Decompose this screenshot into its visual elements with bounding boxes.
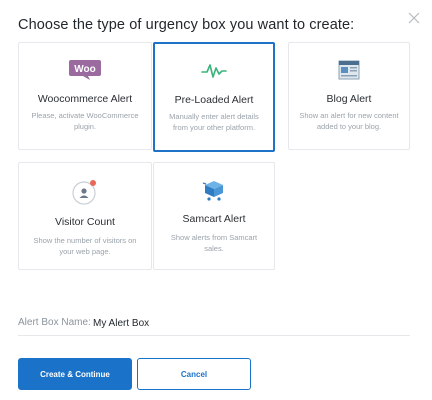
card-title: Visitor Count [55, 216, 115, 228]
cart-box-icon [154, 177, 274, 203]
alert-box-name-label: Alert Box Name: [18, 317, 91, 328]
create-alert-dialog: Choose the type of urgency box you want … [0, 0, 432, 400]
cancel-button[interactable]: Cancel [137, 358, 251, 390]
close-icon[interactable] [408, 12, 420, 24]
card-visitor-count[interactable]: Visitor Count Show the number of visitor… [18, 162, 152, 270]
card-description: Show alerts from Samcart sales. [170, 233, 258, 253]
woocommerce-logo-text: Woo [74, 64, 95, 75]
card-description: Manually enter alert details from your o… [169, 112, 259, 132]
create-continue-button[interactable]: Create & Continue [18, 358, 132, 390]
card-title: Blog Alert [326, 93, 372, 105]
card-description: Show an alert for new content added to y… [299, 111, 399, 131]
card-title: Samcart Alert [182, 213, 246, 225]
card-pre-loaded-alert[interactable]: Pre-Loaded Alert Manually enter alert de… [153, 42, 275, 152]
card-blog-alert[interactable]: Blog Alert Show an alert for new content… [288, 42, 410, 150]
card-title: Pre-Loaded Alert [174, 94, 254, 106]
card-woocommerce-alert[interactable]: Woo Woocommerce Alert Please, activate W… [18, 42, 152, 150]
card-title: Woocommerce Alert [37, 93, 133, 105]
card-samcart-alert[interactable]: Samcart Alert Show alerts from Samcart s… [153, 162, 275, 270]
woocommerce-logo-icon: Woo [19, 57, 151, 83]
pulse-icon [155, 58, 273, 84]
user-notification-icon [19, 179, 151, 205]
alert-box-name-input[interactable] [93, 314, 393, 332]
blog-window-icon [289, 57, 409, 83]
alert-box-name-row: Alert Box Name: [18, 313, 410, 336]
card-description: Please, activate WooCommerce plugin. [31, 111, 139, 131]
card-description: Show the number of visitors on your web … [33, 236, 137, 256]
dialog-title: Choose the type of urgency box you want … [18, 17, 355, 33]
